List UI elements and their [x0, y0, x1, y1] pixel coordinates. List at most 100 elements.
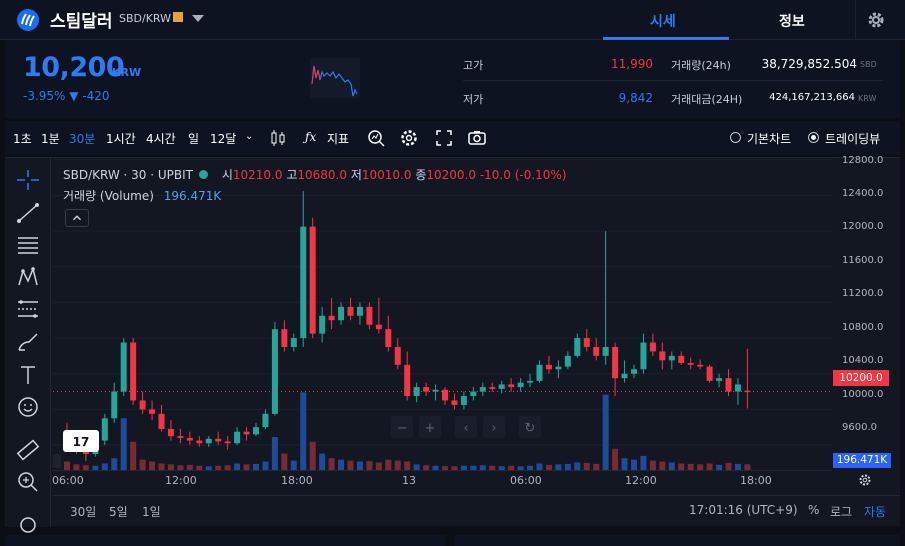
y-tick: 11200.0	[842, 288, 884, 299]
trendline-icon[interactable]	[15, 201, 41, 225]
range-1d[interactable]: 1일	[142, 503, 161, 520]
horizontal-lines-icon[interactable]	[15, 233, 41, 257]
scale-log[interactable]: 로그	[830, 503, 852, 520]
settings-gear-icon[interactable]	[866, 10, 886, 30]
volume-bar	[375, 462, 382, 470]
interval-1h[interactable]: 1시간	[106, 130, 136, 147]
tradingview-label[interactable]: 트레이딩뷰	[825, 130, 880, 147]
candle-body	[631, 369, 637, 374]
volume24-value: 38,729,852.504	[761, 57, 857, 71]
current-price: 10,200	[23, 52, 125, 83]
interval-day[interactable]: 일	[188, 130, 199, 147]
compare-search-icon[interactable]	[365, 127, 387, 149]
volume-bar	[649, 460, 656, 470]
interval-30m[interactable]: 30분	[69, 130, 95, 147]
candle-type-icon[interactable]	[267, 127, 289, 149]
change-percent: -3.95%	[23, 89, 66, 103]
chart-legend: SBD/KRW · 30 · UPBIT 시10210.0 고10680.0 저…	[63, 166, 567, 183]
scale-auto[interactable]: 자동	[864, 503, 886, 520]
interval-1m[interactable]: 1분	[41, 130, 60, 147]
tab-quote[interactable]: 시세	[650, 11, 676, 31]
change-amount: ▼ -420	[69, 89, 110, 103]
volume-bar	[347, 460, 354, 470]
volume24-unit: SBD	[860, 60, 877, 69]
candle-body	[508, 384, 515, 388]
candle-body	[120, 342, 127, 392]
legend-symbol[interactable]: SBD/KRW · 30 · UPBIT	[63, 168, 193, 182]
candle-body	[574, 338, 581, 356]
volume-bar	[120, 418, 127, 470]
tab-info[interactable]: 정보	[779, 11, 805, 31]
fullscreen-icon[interactable]	[433, 127, 455, 149]
candle-body	[111, 391, 118, 419]
volume-bar	[668, 462, 675, 470]
price-axis[interactable]: 12800.0 12400.0 12000.0 11600.0 11200.0 …	[832, 155, 900, 470]
text-tool-icon[interactable]	[15, 363, 41, 387]
candle-body	[338, 306, 345, 321]
volume-bar	[309, 441, 316, 470]
crosshair-icon[interactable]	[15, 168, 41, 192]
interval-4h[interactable]: 4시간	[146, 130, 176, 147]
x-tick: 13	[402, 474, 416, 487]
interval-more-chevron-icon[interactable]: ⌄	[245, 131, 253, 142]
coin-dropdown-icon[interactable]	[192, 15, 204, 22]
candlestick-plot[interactable]: − + ‹ › ↻ 17	[53, 158, 832, 470]
range-30d[interactable]: 30일	[70, 503, 96, 520]
volume-bar	[338, 459, 345, 470]
volume-bar	[290, 460, 297, 470]
candle-body	[687, 363, 694, 365]
volume-bar	[158, 463, 165, 470]
candle-body	[479, 387, 486, 392]
y-tick: 10400.0	[842, 355, 884, 366]
basic-chart-radio[interactable]	[730, 132, 741, 143]
volume-bar	[111, 458, 118, 470]
value24-unit: KRW	[858, 94, 877, 103]
candle-body	[375, 324, 382, 330]
volume-bar	[262, 461, 269, 470]
screenshot-camera-icon[interactable]	[466, 127, 488, 149]
zoom-in-icon[interactable]	[15, 470, 41, 494]
axis-settings-icon[interactable]	[857, 472, 873, 488]
volume-bar	[328, 458, 335, 470]
candle-body	[243, 431, 250, 435]
legend-collapse-icon[interactable]	[65, 209, 89, 227]
y-tick: 12400.0	[842, 188, 884, 199]
candle-body	[725, 378, 732, 392]
pattern-tool-icon[interactable]	[15, 265, 41, 289]
chart-settings-icon[interactable]	[398, 127, 420, 149]
candle-body	[555, 366, 562, 370]
candle-body	[224, 441, 231, 444]
high-label: 고가	[463, 59, 484, 72]
y-tick: 9600.0	[842, 422, 877, 433]
interval-12mo[interactable]: 12달	[210, 130, 236, 147]
volume-bar	[394, 460, 401, 470]
fib-retracement-icon[interactable]	[15, 297, 41, 321]
indicator-fx-icon[interactable]: ƒx	[305, 130, 316, 144]
interval-1s[interactable]: 1초	[13, 130, 32, 147]
clock-display[interactable]: 17:01:16 (UTC+9)	[689, 503, 798, 517]
time-axis[interactable]: 06:00 12:00 18:00 13 06:00 12:00 18:00	[52, 470, 832, 490]
ruler-icon[interactable]	[15, 438, 41, 462]
volume-bar	[130, 441, 137, 470]
volume-legend: 거래량 (Volume) 196.471K	[63, 187, 221, 204]
candle-body	[536, 364, 543, 381]
emoji-icon[interactable]	[15, 395, 41, 419]
volume-bar	[149, 461, 156, 470]
candle-body	[602, 346, 609, 356]
price-change: -3.95% ▼ -420	[23, 89, 110, 103]
coin-name[interactable]: 스팀달러	[50, 7, 113, 32]
candle-body	[489, 387, 496, 389]
basic-chart-label[interactable]: 기본차트	[747, 130, 791, 147]
y-tick: 12000.0	[842, 221, 884, 232]
brush-icon[interactable]	[15, 330, 41, 354]
magnet-icon[interactable]	[15, 513, 41, 537]
candle-body	[517, 382, 524, 388]
value24-value: 424,167,213,664	[769, 92, 855, 103]
volume-legend-label[interactable]: 거래량 (Volume)	[63, 189, 154, 203]
market-open-dot-icon	[199, 170, 208, 179]
scale-percent[interactable]: %	[808, 503, 819, 517]
tradingview-radio[interactable]	[808, 132, 819, 143]
volume-bar	[640, 455, 647, 470]
indicator-label[interactable]: 지표	[327, 130, 349, 147]
range-5d[interactable]: 5일	[109, 503, 128, 520]
